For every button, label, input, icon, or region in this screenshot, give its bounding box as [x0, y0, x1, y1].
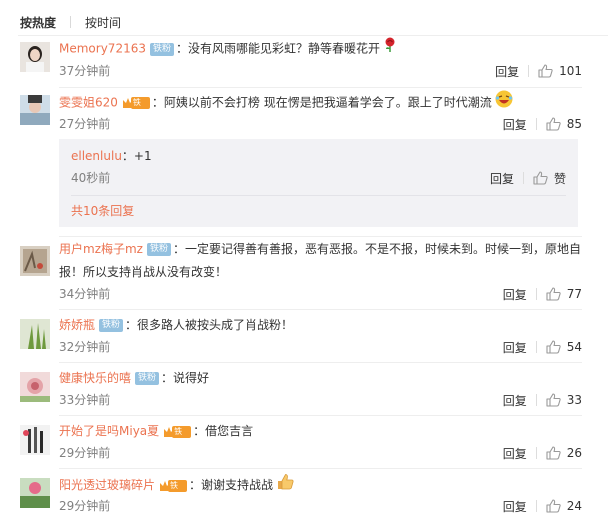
- comment-divider: [59, 236, 582, 237]
- avatar[interactable]: [20, 319, 50, 349]
- like-count: 101: [559, 64, 582, 78]
- thumbs-up-icon: [538, 64, 553, 78]
- comment-username[interactable]: 娇娇瓶: [59, 318, 95, 332]
- avatar[interactable]: [20, 42, 50, 72]
- comment-time: 29分钟前: [59, 499, 111, 513]
- thumbs-up-icon: [546, 393, 561, 407]
- like-button[interactable]: 24: [546, 499, 582, 513]
- comment-time: 34分钟前: [59, 287, 111, 301]
- action-divider: [522, 172, 524, 184]
- thumbs-up-icon: [546, 117, 561, 131]
- comment-divider: [59, 415, 582, 416]
- like-count: 77: [566, 287, 582, 301]
- sub-reply-text: ：+1: [121, 149, 152, 163]
- vip-fans-badge: 铁粉: [122, 96, 150, 119]
- comment-username[interactable]: 健康快乐的嘻: [59, 371, 131, 385]
- comment-divider: [59, 87, 582, 88]
- action-divider: [535, 118, 537, 130]
- thumbs-up-emoji: [276, 473, 294, 498]
- action-divider: [535, 288, 537, 300]
- laughing-face-icon: [495, 90, 513, 116]
- comment-time: 33分钟前: [59, 393, 111, 407]
- comment-username[interactable]: 开始了是吗Miya夏: [59, 424, 159, 438]
- reply-button[interactable]: 回复: [503, 116, 527, 133]
- comment-divider: [59, 468, 582, 469]
- thumbs-up-icon: [546, 340, 561, 354]
- avatar[interactable]: [20, 478, 50, 508]
- like-count: 85: [566, 117, 582, 131]
- reply-button[interactable]: 回复: [503, 339, 527, 356]
- avatar[interactable]: [20, 372, 50, 402]
- comment-username[interactable]: 用户mz梅子mz: [59, 242, 143, 256]
- rose-icon: [383, 37, 397, 61]
- fans-badge: 铁粉: [135, 372, 160, 385]
- tab-sort-by-time[interactable]: 按时间: [85, 14, 121, 31]
- like-button[interactable]: 77: [546, 287, 582, 301]
- comment-text: ：很多路人被按头成了肖战粉！: [125, 318, 294, 332]
- sub-replies-box: ellenlulu：+1 40秒前 回复 赞 共10条回复: [59, 139, 578, 227]
- like-button[interactable]: 33: [546, 393, 582, 407]
- like-count: 33: [566, 393, 582, 407]
- reply-button[interactable]: 回复: [503, 445, 527, 462]
- vip-fans-badge: 铁粉: [159, 479, 188, 502]
- tab-sort-by-hot[interactable]: 按热度: [20, 14, 56, 31]
- thumbs-up-icon: [546, 287, 561, 301]
- like-label: 赞: [553, 171, 566, 186]
- comment-text: ：说得好: [161, 371, 210, 385]
- comment-time: 29分钟前: [59, 446, 111, 460]
- reply-button[interactable]: 回复: [495, 63, 519, 80]
- action-divider: [535, 500, 537, 512]
- sub-divider: [71, 195, 566, 196]
- like-button[interactable]: 101: [538, 64, 582, 78]
- comment-text: ：阿姨以前不会打榜 现在愣是把我逼着学会了。跟上了时代潮流: [151, 95, 492, 110]
- like-count: 24: [566, 499, 582, 513]
- reply-button[interactable]: 回复: [503, 286, 527, 303]
- tabs-divider: [18, 35, 608, 36]
- comment-text: ：谢谢支持战战: [189, 478, 274, 492]
- reply-button[interactable]: 回复: [503, 498, 527, 515]
- like-count: 54: [566, 340, 582, 354]
- fans-badge: 铁粉: [99, 319, 124, 332]
- sub-reply-button[interactable]: 回复: [490, 170, 514, 187]
- action-divider: [528, 65, 530, 77]
- avatar[interactable]: [20, 425, 50, 455]
- fans-badge: 铁粉: [149, 42, 174, 56]
- comment-divider: [59, 362, 582, 363]
- comment-time: 27分钟前: [59, 117, 111, 131]
- action-divider: [535, 341, 537, 353]
- avatar[interactable]: [20, 95, 50, 125]
- vip-fans-badge: 铁粉: [163, 425, 192, 448]
- action-divider: [535, 447, 537, 459]
- comment-text: ：没有风雨哪能见彩虹？静等春暖花开: [176, 41, 381, 56]
- sub-reply-time: 40秒前: [71, 171, 111, 185]
- sort-tabs: 按热度 按时间: [20, 12, 121, 32]
- comment-username[interactable]: 阳光透过玻璃碎片: [59, 478, 155, 492]
- action-divider: [535, 394, 537, 406]
- comment-time: 32分钟前: [59, 340, 111, 354]
- thumbs-up-icon: [546, 499, 561, 513]
- like-button[interactable]: 85: [546, 117, 582, 131]
- sub-reply-username[interactable]: ellenlulu: [71, 149, 122, 163]
- comment-time: 37分钟前: [59, 64, 111, 78]
- like-count: 26: [566, 446, 582, 460]
- comment-divider: [59, 309, 582, 310]
- like-button[interactable]: 26: [546, 446, 582, 460]
- thumbs-up-icon: [546, 446, 561, 460]
- like-button[interactable]: 54: [546, 340, 582, 354]
- comment-username[interactable]: Memory72163: [59, 42, 146, 56]
- tab-divider: [70, 16, 72, 28]
- thumbs-up-icon: [533, 171, 548, 185]
- sub-like-button[interactable]: 赞: [533, 170, 566, 187]
- reply-button[interactable]: 回复: [503, 392, 527, 409]
- avatar[interactable]: [20, 246, 50, 276]
- fans-badge: 铁粉: [146, 243, 171, 256]
- comment-username[interactable]: 雯雯姐620: [59, 96, 118, 110]
- more-replies-link[interactable]: 共10条回复: [71, 202, 134, 220]
- comment-text: ：借您吉言: [193, 424, 254, 438]
